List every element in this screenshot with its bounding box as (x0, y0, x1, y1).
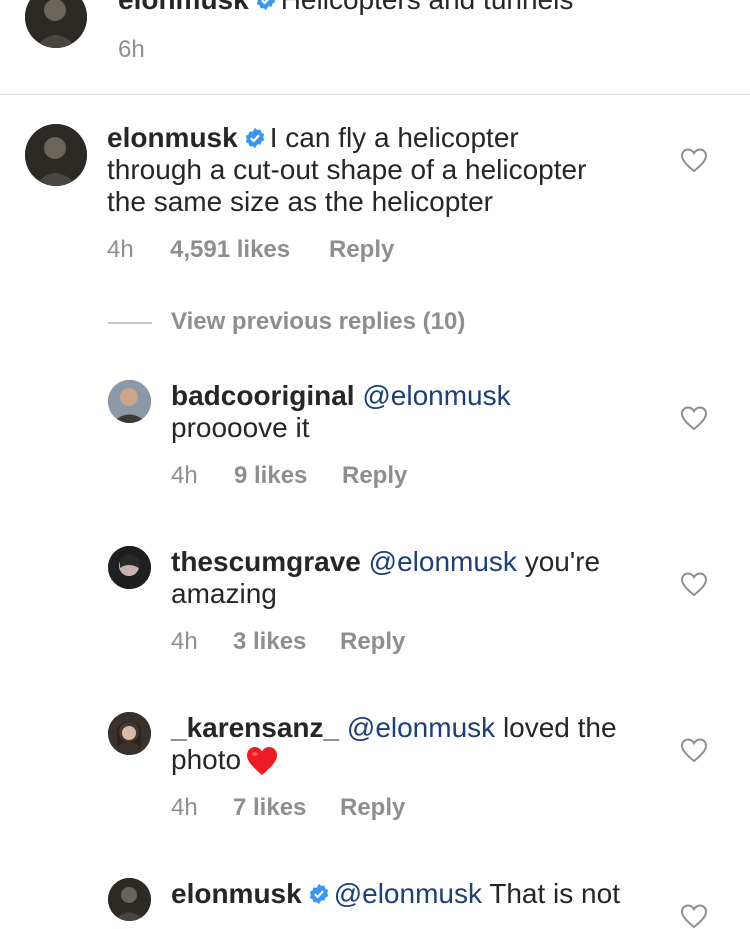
mention-link[interactable]: @elonmusk (369, 546, 517, 577)
comment-likes[interactable]: 4,591 likes (170, 236, 290, 264)
reply-likes[interactable]: 3 likes (233, 628, 306, 656)
reply-meta: 4h 3 likes Reply (171, 628, 471, 658)
reply-button[interactable]: Reply (340, 628, 405, 656)
reply-avatar[interactable] (108, 380, 151, 423)
comment-avatar[interactable] (25, 124, 87, 186)
caption-time: 6h (118, 36, 145, 63)
reply-line: amazing (171, 578, 277, 609)
comment-line: the same size as the helicopter (107, 186, 493, 217)
reply-line: photo (171, 744, 242, 775)
like-heart-icon[interactable] (680, 405, 708, 431)
red-heart-emoji-icon (247, 747, 278, 775)
reply-line: you're (524, 546, 601, 577)
comment-time: 4h (107, 236, 134, 263)
replies-line (108, 322, 152, 324)
reply-button[interactable]: Reply (340, 794, 405, 822)
reply-text: elonmusk @elonmusk That is not (171, 878, 671, 910)
reply-time: 4h (171, 628, 198, 655)
caption-avatar[interactable] (25, 0, 87, 48)
reply-username[interactable]: _karensanz_ (171, 712, 339, 743)
like-heart-icon[interactable] (680, 903, 708, 929)
verified-badge-icon (309, 883, 328, 905)
comment-username[interactable]: elonmusk (107, 122, 238, 153)
divider (0, 94, 750, 95)
reply-time: 4h (171, 462, 198, 489)
caption-text: Helicopters and tunnels (281, 0, 574, 15)
like-heart-icon[interactable] (680, 147, 708, 173)
mention-link[interactable]: @elonmusk (334, 878, 482, 909)
reply-username[interactable]: thescumgrave (171, 546, 361, 577)
reply-likes[interactable]: 9 likes (234, 462, 307, 490)
comment-line: through a cut-out shape of a helicopter (107, 154, 587, 185)
like-heart-icon[interactable] (680, 571, 708, 597)
reply-line: proooove it (171, 412, 310, 443)
reply-avatar[interactable] (108, 546, 151, 589)
verified-badge-icon (256, 0, 275, 11)
reply-username[interactable]: elonmusk (171, 878, 302, 909)
like-heart-icon[interactable] (680, 737, 708, 763)
reply-time: 4h (171, 794, 198, 821)
reply-text: badcooriginal @elonmusk proooove it (171, 380, 671, 444)
reply-line: loved the (502, 712, 617, 743)
reply-likes[interactable]: 7 likes (233, 794, 306, 822)
view-previous-replies[interactable]: View previous replies (10) (171, 308, 465, 336)
caption-username[interactable]: elonmusk (118, 0, 249, 15)
mention-link[interactable]: @elonmusk (362, 380, 510, 411)
reply-line: That is not (489, 878, 620, 909)
reply-button[interactable]: Reply (329, 236, 394, 264)
reply-meta: 4h 7 likes Reply (171, 794, 471, 824)
comment-meta: 4h 4,591 likes Reply (107, 236, 507, 266)
comment-text: elonmusk I can fly a helicopter through a… (107, 122, 667, 218)
reply-avatar[interactable] (108, 878, 151, 921)
reply-button[interactable]: Reply (342, 462, 407, 490)
caption-text-line: elonmusk Helicopters and tunnels (118, 0, 573, 16)
reply-username[interactable]: badcooriginal (171, 380, 355, 411)
comment-line: I can fly a helicopter (269, 122, 519, 153)
caption-meta: 6h (118, 36, 318, 66)
reply-text: thescumgrave @elonmusk you're amazing (171, 546, 671, 610)
verified-badge-icon (245, 127, 264, 149)
reply-text: _karensanz_ @elonmusk loved the photo (171, 712, 671, 777)
mention-link[interactable]: @elonmusk (347, 712, 495, 743)
reply-meta: 4h 9 likes Reply (171, 462, 471, 492)
reply-avatar[interactable] (108, 712, 151, 755)
